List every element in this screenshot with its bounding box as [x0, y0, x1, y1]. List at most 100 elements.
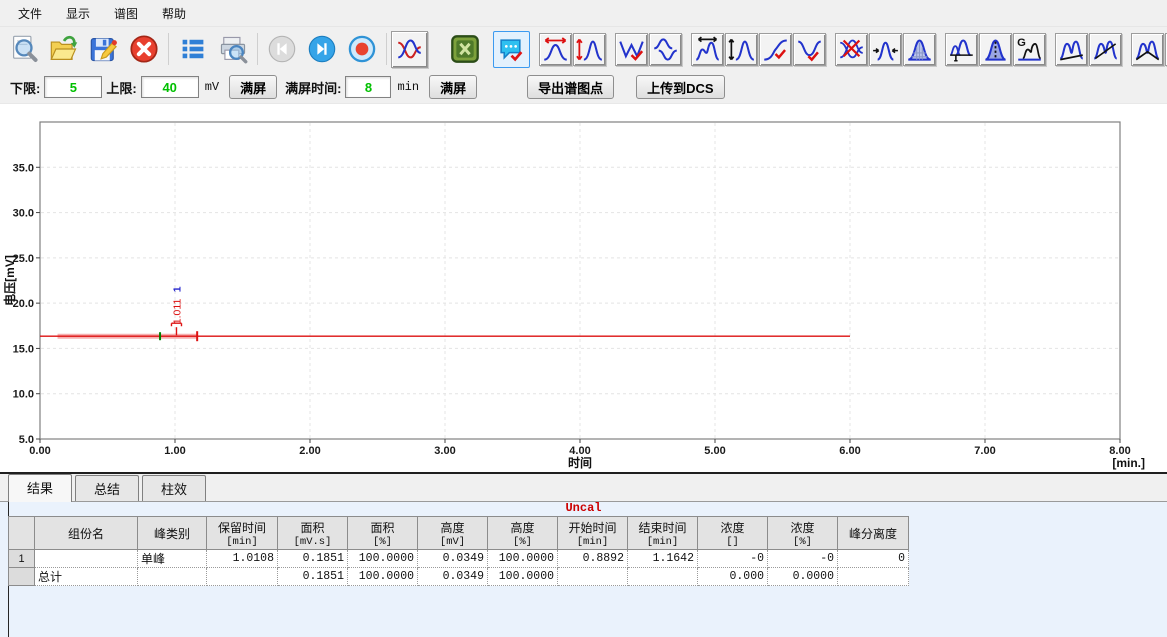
- app-window: 文件 显示 谱图 帮助: [0, 0, 1167, 637]
- table-row[interactable]: 1单峰1.01080.1851100.00000.0349100.00000.8…: [9, 550, 909, 568]
- record-icon: [347, 34, 377, 64]
- baseline-w-correction-button[interactable]: [615, 33, 648, 66]
- table-cell[interactable]: 0.0349: [418, 568, 488, 586]
- svg-text:2.00: 2.00: [299, 445, 320, 457]
- svg-text:G: G: [1017, 37, 1026, 49]
- tangent-baseline-icon: [1092, 36, 1119, 63]
- fullscreen-time-button[interactable]: 满屏: [429, 75, 477, 99]
- fullscreen-mv-button[interactable]: 满屏: [229, 75, 277, 99]
- record-button[interactable]: [342, 29, 382, 69]
- table-cell[interactable]: [138, 568, 207, 586]
- print-preview-button[interactable]: [213, 29, 253, 69]
- skim-baseline-button[interactable]: [1055, 33, 1088, 66]
- upload-dcs-button[interactable]: 上传到DCS: [636, 75, 724, 99]
- menu-file[interactable]: 文件: [6, 1, 54, 26]
- open-file-button[interactable]: [44, 29, 84, 69]
- table-cell[interactable]: 100.0000: [348, 568, 418, 586]
- table-cell[interactable]: 0.000: [698, 568, 768, 586]
- table-cell[interactable]: [207, 568, 278, 586]
- save-icon: [89, 34, 119, 64]
- merge-peaks-button[interactable]: [869, 33, 902, 66]
- table-cell[interactable]: 100.0000: [488, 550, 558, 568]
- spectrum-curves-button[interactable]: [391, 31, 428, 68]
- annotation-toggle-icon: [498, 36, 525, 63]
- open-file-icon: [49, 34, 79, 64]
- table-cell[interactable]: 0.8892: [558, 550, 628, 568]
- baseline-w-correction-icon: [618, 36, 645, 63]
- svg-text:6.00: 6.00: [839, 445, 860, 457]
- fulltime-input[interactable]: [345, 76, 391, 98]
- export-excel-button[interactable]: [445, 29, 485, 69]
- table-row[interactable]: 总计0.1851100.00000.0349100.00000.0000.000…: [9, 568, 909, 586]
- valley-to-valley-button[interactable]: [1131, 33, 1164, 66]
- accept-rising-edge-button[interactable]: [759, 33, 792, 66]
- reject-peak-button[interactable]: [835, 33, 868, 66]
- column-header: [9, 517, 35, 550]
- table-cell[interactable]: [558, 568, 628, 586]
- svg-text:1.011: 1.011: [171, 299, 183, 325]
- manual-peak-height-button[interactable]: [725, 33, 758, 66]
- export-points-button[interactable]: 导出谱图点: [527, 75, 614, 99]
- menu-bar: 文件 显示 谱图 帮助: [0, 0, 1167, 27]
- accept-falling-edge-button[interactable]: [793, 33, 826, 66]
- table-cell[interactable]: -0: [698, 550, 768, 568]
- svg-text:时间: 时间: [568, 455, 592, 470]
- table-cell[interactable]: 0.1851: [278, 568, 348, 586]
- column-header: 峰类别: [138, 517, 207, 550]
- table-cell[interactable]: 总计: [35, 568, 138, 586]
- annotation-toggle-button[interactable]: [493, 31, 530, 68]
- table-cell[interactable]: 0.0000: [768, 568, 838, 586]
- table-cell[interactable]: 1.0108: [207, 550, 278, 568]
- svg-text:5.00: 5.00: [704, 445, 725, 457]
- save-button[interactable]: [84, 29, 124, 69]
- row-index-cell[interactable]: 1: [9, 550, 35, 568]
- table-cell[interactable]: 1.1642: [628, 550, 698, 568]
- upper-limit-label: 上限:: [106, 78, 136, 97]
- split-peak-button[interactable]: [979, 33, 1012, 66]
- peak-area-fill-button[interactable]: [903, 33, 936, 66]
- tab-column-efficiency[interactable]: 柱效: [142, 475, 206, 501]
- set-baseline-icon: [948, 36, 975, 63]
- table-cell[interactable]: 100.0000: [488, 568, 558, 586]
- skip-end-icon: [307, 34, 337, 64]
- table-cell[interactable]: 0.1851: [278, 550, 348, 568]
- table-cell[interactable]: [838, 568, 909, 586]
- chromatogram-chart[interactable]: 5.010.015.020.025.030.035.00.001.002.003…: [0, 104, 1167, 472]
- tangent-baseline-button[interactable]: [1089, 33, 1122, 66]
- lower-limit-input[interactable]: [44, 76, 102, 98]
- skip-end-button[interactable]: [302, 29, 342, 69]
- svg-text:1.00: 1.00: [164, 445, 185, 457]
- peak-height-adjust-button[interactable]: [573, 33, 606, 66]
- table-cell[interactable]: [35, 550, 138, 568]
- upper-limit-input[interactable]: [141, 76, 199, 98]
- group-calculation-button[interactable]: G: [1013, 33, 1046, 66]
- manual-peak-width-button[interactable]: [691, 33, 724, 66]
- row-index-cell[interactable]: [9, 568, 35, 586]
- column-header: 高度[%]: [488, 517, 558, 550]
- results-table[interactable]: 组份名峰类别保留时间[min]面积[mV.s]面积[%]高度[mV]高度[%]开…: [8, 516, 909, 586]
- menu-display[interactable]: 显示: [54, 1, 102, 26]
- positive-negative-peak-button[interactable]: [649, 33, 682, 66]
- table-cell[interactable]: 0: [838, 550, 909, 568]
- peak-width-adjust-icon: [542, 36, 569, 63]
- svg-text:15.0: 15.0: [13, 343, 34, 355]
- tab-summary[interactable]: 总结: [75, 475, 139, 501]
- tab-results[interactable]: 结果: [8, 474, 72, 502]
- table-cell[interactable]: -0: [768, 550, 838, 568]
- table-cell[interactable]: 100.0000: [348, 550, 418, 568]
- close-button[interactable]: [124, 29, 164, 69]
- skip-start-icon: [267, 34, 297, 64]
- peak-list-button[interactable]: [173, 29, 213, 69]
- column-header: 开始时间[min]: [558, 517, 628, 550]
- table-cell[interactable]: [628, 568, 698, 586]
- chart-canvas[interactable]: 5.010.015.020.025.030.035.00.001.002.003…: [0, 104, 1167, 472]
- set-baseline-button[interactable]: [945, 33, 978, 66]
- table-cell[interactable]: 单峰: [138, 550, 207, 568]
- peak-width-adjust-button[interactable]: [539, 33, 572, 66]
- skip-start-button[interactable]: [262, 29, 302, 69]
- table-cell[interactable]: 0.0349: [418, 550, 488, 568]
- preview-button[interactable]: [4, 29, 44, 69]
- spectrum-curves-icon: [396, 36, 423, 63]
- menu-spectrum[interactable]: 谱图: [102, 1, 150, 26]
- menu-help[interactable]: 帮助: [150, 1, 198, 26]
